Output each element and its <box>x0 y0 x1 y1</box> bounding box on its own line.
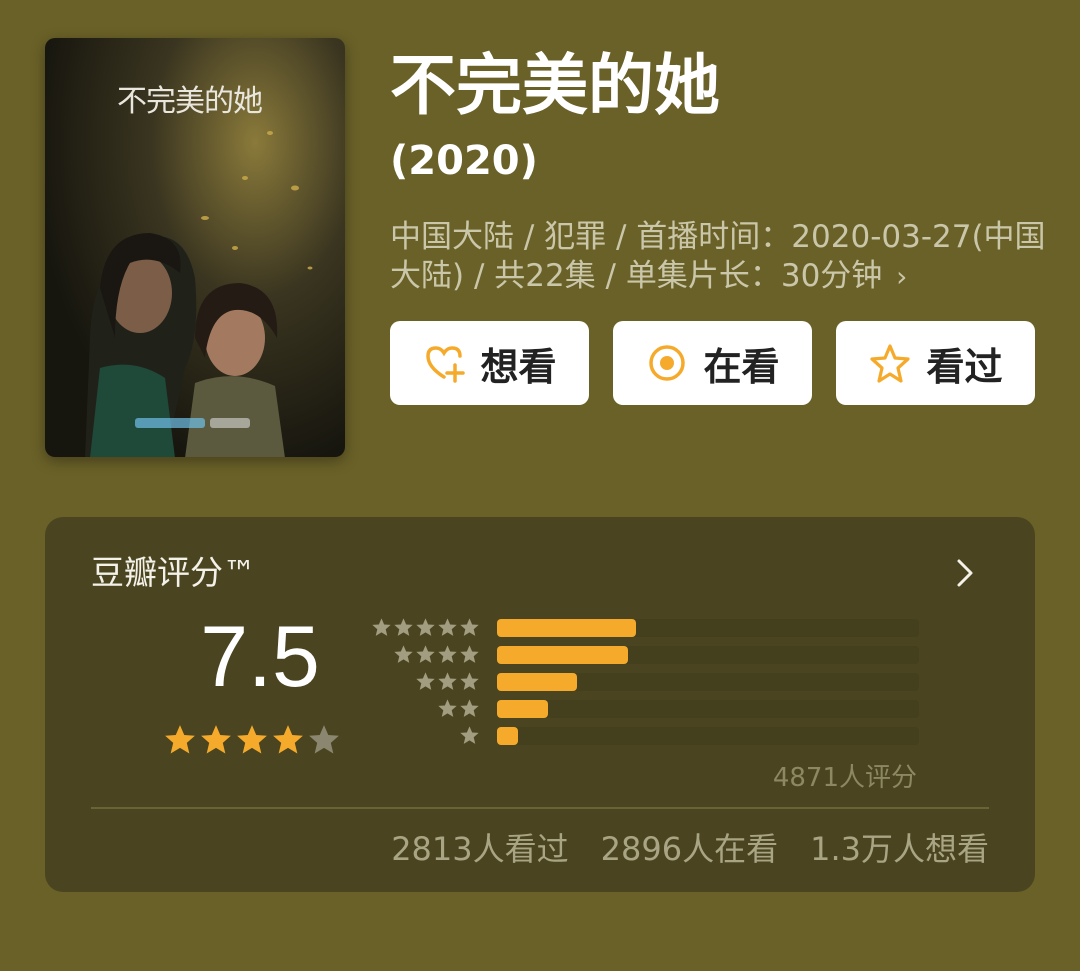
watched-label: 看过 <box>926 344 1003 389</box>
star-small-icon <box>394 645 413 663</box>
distribution-stars <box>459 725 480 746</box>
star-empty-icon <box>309 725 339 754</box>
star-small-icon <box>460 699 479 717</box>
page-title: 不完美的她 <box>390 47 720 124</box>
poster-image[interactable]: 不完美的她 <box>45 38 345 457</box>
distribution-stars <box>371 617 480 638</box>
viewer-stats: 2813人看过 2896人在看 1.3万人想看 <box>391 827 989 871</box>
distribution-bar <box>497 700 548 718</box>
star-small-icon <box>438 699 457 717</box>
distribution-bar <box>497 646 628 664</box>
star-small-icon <box>438 645 457 663</box>
rating-card[interactable]: 豆瓣评分™ 7.5 4871人评分 2813人看过 2896人在看 1.3万人想… <box>45 517 1035 892</box>
watching-button[interactable]: 在看 <box>613 321 812 405</box>
heart-plus-icon <box>426 346 466 383</box>
distribution-track <box>497 700 919 718</box>
distribution-row-4 <box>375 644 920 671</box>
star-small-icon <box>460 726 479 744</box>
distribution-bar <box>497 727 519 745</box>
distribution-row-2 <box>375 698 920 725</box>
watched-count: 2813人看过 <box>391 830 569 868</box>
want-count: 1.3万人想看 <box>810 830 989 868</box>
star-small-icon <box>416 672 435 690</box>
distribution-track <box>497 619 919 637</box>
distribution-bar <box>497 619 637 637</box>
star-small-icon <box>460 618 479 636</box>
distribution-row-5 <box>372 617 920 644</box>
meta-text: 中国大陆 / 犯罪 / 首播时间：2020-03-27(中国大陆) / 共22集… <box>390 219 1046 294</box>
distribution-bar <box>497 673 578 691</box>
release-year: (2020) <box>390 138 538 184</box>
star-filled-icon <box>237 725 267 754</box>
distribution-track <box>497 673 919 691</box>
poster-title-art: 不完美的她 <box>117 84 263 119</box>
star-small-icon <box>416 618 435 636</box>
star-filled-icon <box>165 725 195 754</box>
chevron-right-icon: › <box>896 260 908 293</box>
rating-distribution <box>372 617 920 752</box>
rating-score: 7.5 <box>200 609 320 705</box>
distribution-row-1 <box>375 725 920 752</box>
distribution-stars <box>437 698 480 719</box>
watched-button[interactable]: 看过 <box>836 321 1035 405</box>
target-icon <box>649 345 686 381</box>
distribution-stars <box>393 644 480 665</box>
star-small-icon <box>460 672 479 690</box>
star-small-icon <box>394 618 413 636</box>
star-outline-icon <box>870 344 911 383</box>
watching-label: 在看 <box>703 344 780 389</box>
watching-count: 2896人在看 <box>600 830 779 868</box>
want-label: 想看 <box>480 344 557 389</box>
star-filled-icon <box>273 725 303 754</box>
movie-meta[interactable]: 中国大陆 / 犯罪 / 首播时间：2020-03-27(中国大陆) / 共22集… <box>390 218 1050 296</box>
star-filled-icon <box>201 725 231 754</box>
movie-detail-page: 不完美的她 不完美的她 (2020) 中国大陆 / 犯罪 / 首播时间：2020… <box>0 0 1080 971</box>
star-small-icon <box>372 618 391 636</box>
rating-count: 4871人评分 <box>772 763 917 793</box>
distribution-track <box>497 646 919 664</box>
divider <box>91 807 989 809</box>
distribution-stars <box>415 671 480 692</box>
star-small-icon <box>416 645 435 663</box>
want-to-watch-button[interactable]: 想看 <box>390 321 589 405</box>
distribution-track <box>497 727 919 745</box>
star-small-icon <box>438 672 457 690</box>
rating-title: 豆瓣评分™ <box>91 553 256 592</box>
star-small-icon <box>460 645 479 663</box>
star-small-icon <box>438 618 457 636</box>
score-stars <box>163 723 341 757</box>
chevron-right-icon[interactable] <box>945 553 985 593</box>
distribution-row-3 <box>375 671 920 698</box>
